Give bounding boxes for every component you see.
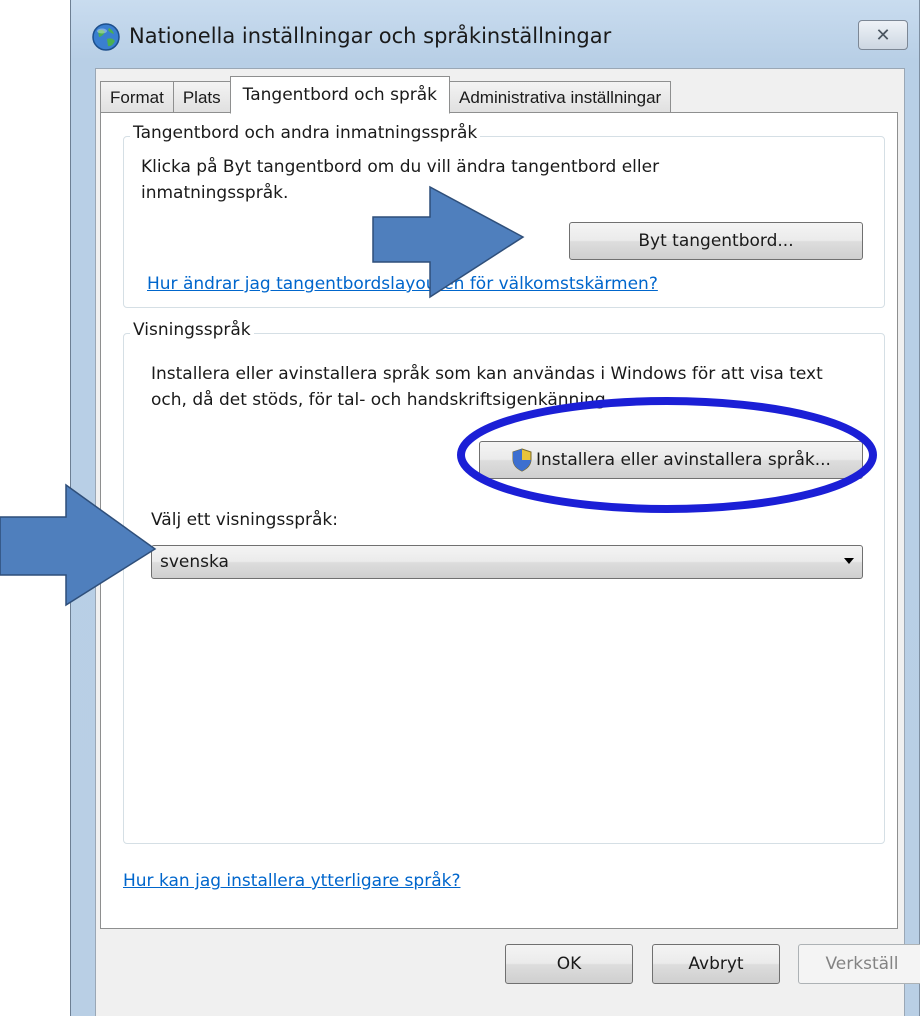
dialog-client-area: Format Plats Tangentbord och språk Admin… (95, 68, 920, 1016)
window-title: Nationella inställningar och språkinstäl… (129, 24, 612, 48)
keyboard-description: Klicka på Byt tangentbord om du vill änd… (141, 157, 660, 203)
close-icon: ✕ (875, 24, 891, 46)
display-language-select[interactable]: svenska (151, 545, 863, 579)
cancel-button[interactable]: Avbryt (652, 944, 780, 984)
choose-display-language-label: Välj ett visningsspråk: (151, 510, 338, 530)
chevron-down-icon[interactable] (844, 558, 854, 564)
install-uninstall-languages-button[interactable]: Installera eller avinstallera språk... (479, 441, 863, 479)
display-language-group: Visningsspråk Installera eller avinstall… (123, 320, 885, 844)
dialog-window: Nationella inställningar och språkinstäl… (70, 0, 920, 1016)
display-language-value: svenska (160, 552, 229, 572)
title-bar[interactable]: Nationella inställningar och språkinstäl… (71, 0, 919, 68)
welcome-screen-keyboard-link[interactable]: Hur ändrar jag tangentbordslayouten för … (147, 274, 658, 294)
display-language-group-label: Visningsspråk (130, 320, 254, 340)
install-more-languages-link[interactable]: Hur kan jag installera ytterligare språk… (123, 871, 460, 891)
keyboard-group: Tangentbord och andra inmatningsspråk Kl… (123, 123, 885, 308)
change-keyboards-button[interactable]: Byt tangentbord... (569, 222, 863, 260)
tab-plats[interactable]: Plats (172, 81, 231, 113)
tab-administrativa-installningar[interactable]: Administrativa inställningar (449, 81, 672, 113)
tab-tangentbord-och-sprak[interactable]: Tangentbord och språk (229, 76, 450, 114)
close-button[interactable]: ✕ (858, 20, 908, 50)
keyboard-group-label: Tangentbord och andra inmatningsspråk (130, 123, 481, 143)
apply-button[interactable]: Verkställ (798, 944, 920, 984)
tab-format[interactable]: Format (100, 81, 174, 113)
install-button-label: Installera eller avinstallera språk... (536, 450, 831, 470)
globe-icon (92, 23, 120, 51)
tab-panel: Tangentbord och andra inmatningsspråk Kl… (100, 112, 898, 929)
tab-strip: Format Plats Tangentbord och språk Admin… (100, 75, 672, 114)
uac-shield-icon (512, 448, 532, 472)
ok-button[interactable]: OK (505, 944, 633, 984)
display-language-description: Installera eller avinstallera språk som … (151, 364, 823, 410)
